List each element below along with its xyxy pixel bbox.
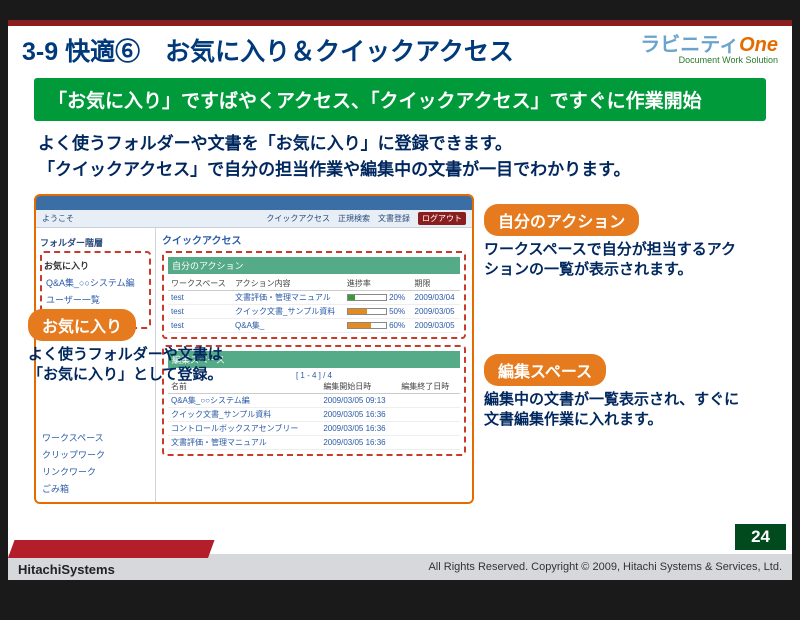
page-number: 24 [735,524,786,550]
link-search[interactable]: 正規検索 [338,213,370,224]
table-row[interactable]: Q&A集_○○システム編2009/03/05 09:13 [168,394,460,408]
window-titlebar [36,196,472,210]
slide: 3-9 快適⑥ お気に入り＆クイックアクセス ラビニティOne Document… [8,20,792,580]
subtitle-bar: 「お気に入り」ですばやくアクセス、「クイックアクセス」ですぐに作業開始 [34,78,766,121]
sidebar-item[interactable]: Q&A集_○○システム編 [44,274,147,291]
table-row[interactable]: コントロールボックスアセンブリー2009/03/05 16:36 [168,422,460,436]
app-topbar: ようこそ クイックアクセス 正規検索 文書登録 ログアウト [36,210,472,228]
content-area: ようこそ クイックアクセス 正規検索 文書登録 ログアウト フォルダー階層 お気… [34,194,766,514]
callout-actions: 自分のアクション ワークスペースで自分が担当するアクションの一覧が表示されます。 [484,204,744,281]
footer-brand: HitachiSystems [18,562,115,577]
sidebar-item[interactable]: クリップワーク [40,446,151,463]
table-row[interactable]: 文書評価・管理マニュアル2009/03/05 16:36 [168,436,460,450]
footer: HitachiSystems All Rights Reserved. Copy… [8,554,792,580]
sidebar-item[interactable]: ごみ箱 [40,480,151,497]
link-quickaccess[interactable]: クイックアクセス [266,213,330,224]
sidebar-item[interactable]: ユーザー一覧 [44,291,147,308]
callout-favorites: お気に入り よく使うフォルダーや文書は「お気に入り」として登録。 [28,309,248,386]
lead-text: よく使うフォルダーや文書を「お気に入り」に登録できます。 「クイックアクセス」で… [8,121,792,190]
table-row[interactable]: test文書評価・管理マニュアル 20%2009/03/04 [168,291,460,305]
copyright: All Rights Reserved. Copyright © 2009, H… [428,561,782,573]
footer-accent [8,540,215,558]
callout-editspace: 編集スペース 編集中の文書が一覧表示され、すぐに文書編集作業に入れます。 [484,354,744,431]
sidebar-item[interactable]: リンクワーク [40,463,151,480]
page-title: 3-9 快適⑥ お気に入り＆クイックアクセス [22,32,514,68]
link-register[interactable]: 文書登録 [378,213,410,224]
table-row[interactable]: クイック文書_サンプル資料2009/03/05 16:36 [168,408,460,422]
product-logo: ラビニティOne Document Work Solution [640,35,778,65]
link-logout[interactable]: ログアウト [418,212,466,225]
sidebar-item[interactable]: ワークスペース [40,429,151,446]
quickaccess-header: クイックアクセス [162,232,466,247]
title-row: 3-9 快適⑥ お気に入り＆クイックアクセス ラビニティOne Document… [8,26,792,78]
edit-table: 名前編集開始日時編集終了日時 Q&A集_○○システム編2009/03/05 09… [168,380,460,450]
